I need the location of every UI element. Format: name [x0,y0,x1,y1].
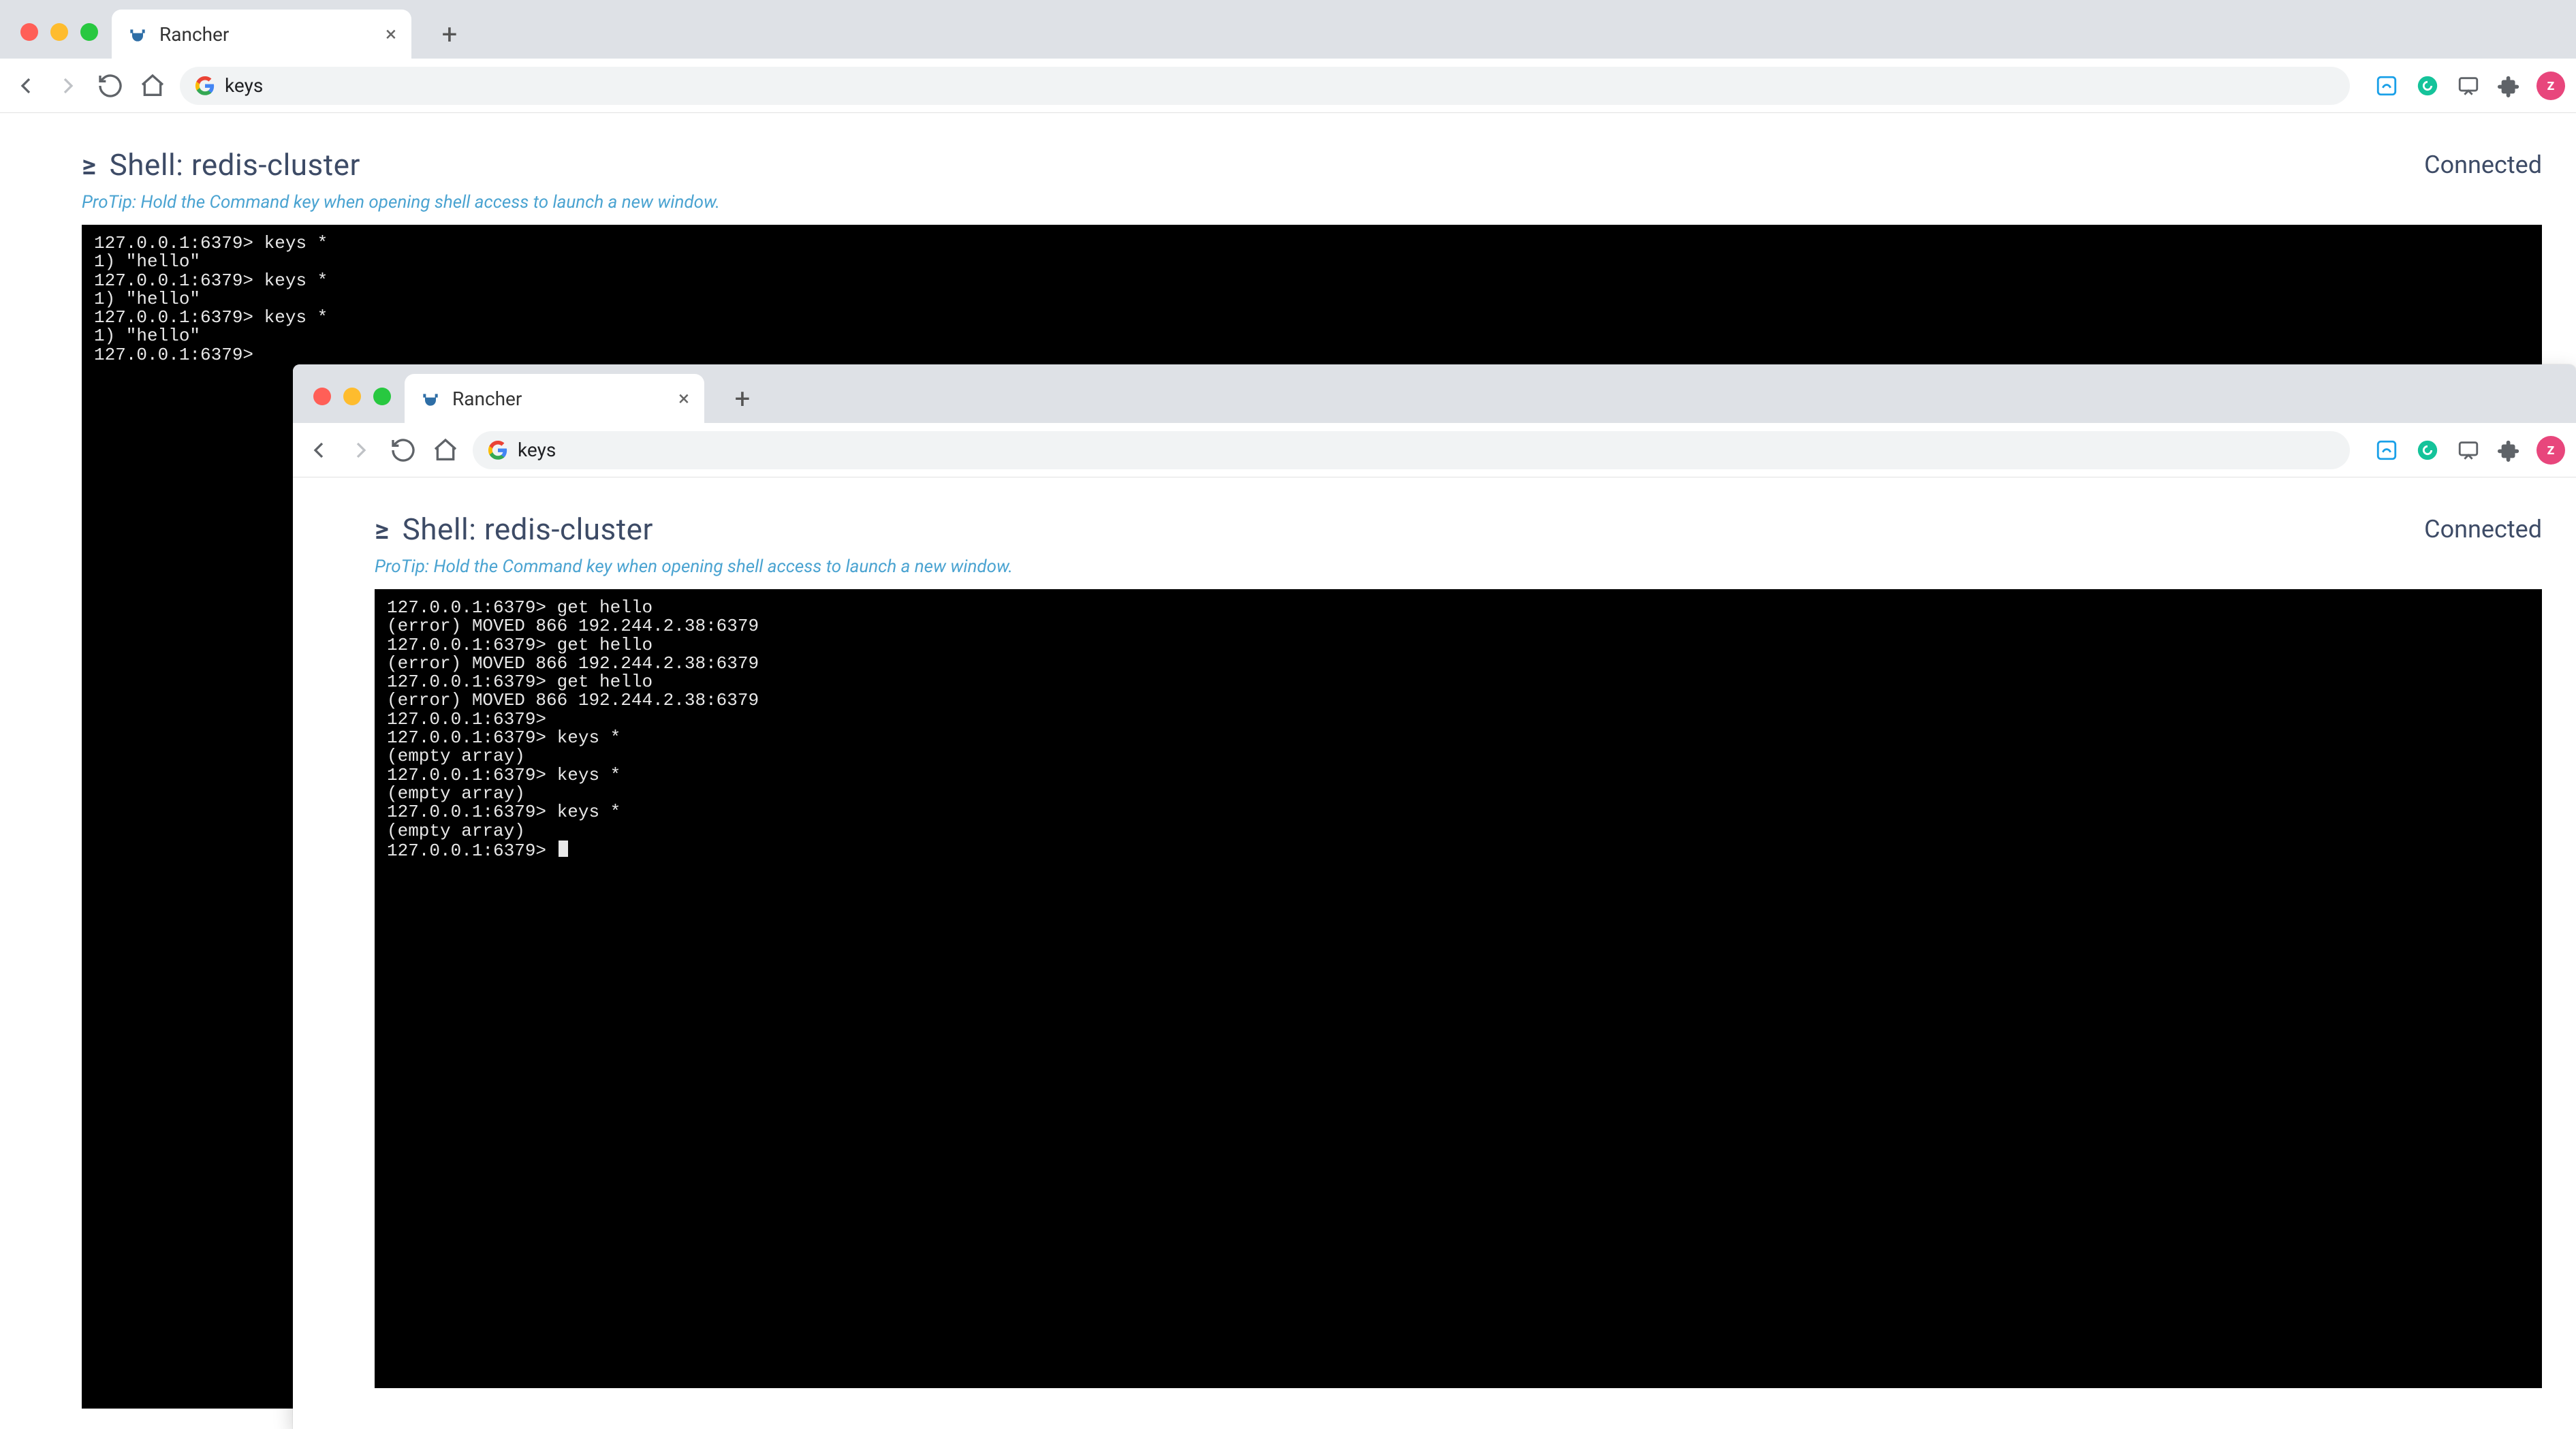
page-header: ≥ Shell: redis-cluster Connected [82,147,2542,183]
tab-close-button[interactable]: × [678,387,689,411]
connection-status: Connected [2424,515,2542,544]
browser-tab[interactable]: Rancher × [405,374,704,423]
terminal-prompt-icon: ≥ [375,514,389,546]
window-minimize-button[interactable] [50,23,68,41]
extension-switchyomega-icon[interactable] [2373,72,2400,99]
protip-text: ProTip: Hold the Command key when openin… [82,192,2542,213]
new-tab-button[interactable]: + [430,15,469,53]
tab-title: Rancher [452,388,667,410]
google-search-icon [488,440,508,460]
extension-icons: z [2362,72,2565,100]
tab-strip: Rancher × + [0,0,2576,59]
rancher-favicon-icon [420,388,441,409]
protip-text: ProTip: Hold the Command key when openin… [375,556,2542,577]
nav-forward-button[interactable] [53,71,83,101]
profile-avatar[interactable]: z [2536,72,2565,100]
rancher-favicon-icon [127,23,148,45]
tab-strip: Rancher × + [293,364,2576,423]
nav-reload-button[interactable] [95,71,125,101]
extension-icons: z [2362,436,2565,465]
terminal-output[interactable]: 127.0.0.1:6379> get hello (error) MOVED … [375,589,2542,1388]
extension-switchyomega-icon[interactable] [2373,437,2400,464]
extensions-menu-icon[interactable] [2496,437,2523,464]
extensions-menu-icon[interactable] [2496,72,2523,99]
google-search-icon [195,76,215,96]
page-content: ≥ Shell: redis-cluster Connected ProTip:… [293,477,2576,1429]
shell-title-group: ≥ Shell: redis-cluster [82,147,360,183]
window-close-button[interactable] [20,23,38,41]
address-bar[interactable]: keys [180,67,2350,105]
connection-status: Connected [2424,151,2542,179]
nav-back-button[interactable] [11,71,41,101]
nav-home-button[interactable] [430,435,460,465]
window-controls [12,23,112,59]
address-bar[interactable]: keys [473,431,2350,469]
window-close-button[interactable] [313,388,331,405]
shell-title-group: ≥ Shell: redis-cluster [375,512,653,547]
window-controls [305,388,405,423]
extension-chat-icon[interactable] [2455,72,2482,99]
shell-title: Shell: redis-cluster [110,147,360,183]
browser-tab[interactable]: Rancher × [112,10,411,59]
window-minimize-button[interactable] [343,388,361,405]
extension-grammarly-icon[interactable] [2414,72,2441,99]
tab-close-button[interactable]: × [386,22,396,46]
address-bar-text: keys [518,439,556,461]
profile-avatar[interactable]: z [2536,436,2565,465]
nav-forward-button[interactable] [346,435,376,465]
extension-grammarly-icon[interactable] [2414,437,2441,464]
extension-chat-icon[interactable] [2455,437,2482,464]
terminal-cursor [559,841,568,857]
nav-home-button[interactable] [138,71,168,101]
new-tab-button[interactable]: + [723,379,761,418]
browser-toolbar: keys z [293,423,2576,477]
terminal-prompt-icon: ≥ [82,149,96,181]
browser-window-front: Rancher × + keys z [293,364,2576,1429]
tab-title: Rancher [159,23,375,46]
address-bar-text: keys [225,74,263,97]
nav-reload-button[interactable] [388,435,418,465]
nav-back-button[interactable] [304,435,334,465]
window-zoom-button[interactable] [80,23,98,41]
window-zoom-button[interactable] [373,388,391,405]
shell-title: Shell: redis-cluster [403,512,653,547]
browser-toolbar: keys z [0,59,2576,113]
page-header: ≥ Shell: redis-cluster Connected [375,512,2542,547]
